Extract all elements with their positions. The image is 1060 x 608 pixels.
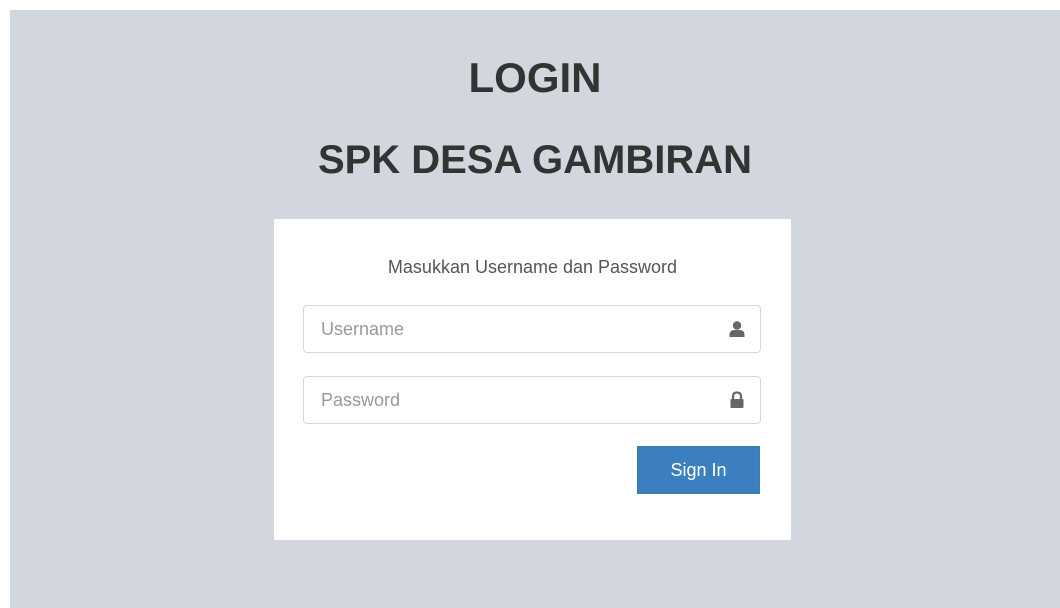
password-field: [303, 376, 761, 424]
login-box-message: Masukkan Username dan Password: [387, 257, 678, 277]
user-icon: [727, 319, 747, 339]
lock-icon: [727, 390, 747, 410]
username-input[interactable]: [304, 306, 760, 352]
page-title: LOGIN: [468, 54, 602, 101]
page-subtitle: SPK DESA GAMBIRAN: [317, 138, 753, 182]
username-field: [303, 305, 761, 353]
login-page: LOGIN SPK DESA GAMBIRAN Masukkan Usernam…: [10, 10, 1060, 608]
sign-in-button[interactable]: Sign In: [637, 446, 760, 494]
password-input[interactable]: [304, 377, 760, 423]
login-box: Masukkan Username dan Password Sign In: [274, 219, 791, 540]
